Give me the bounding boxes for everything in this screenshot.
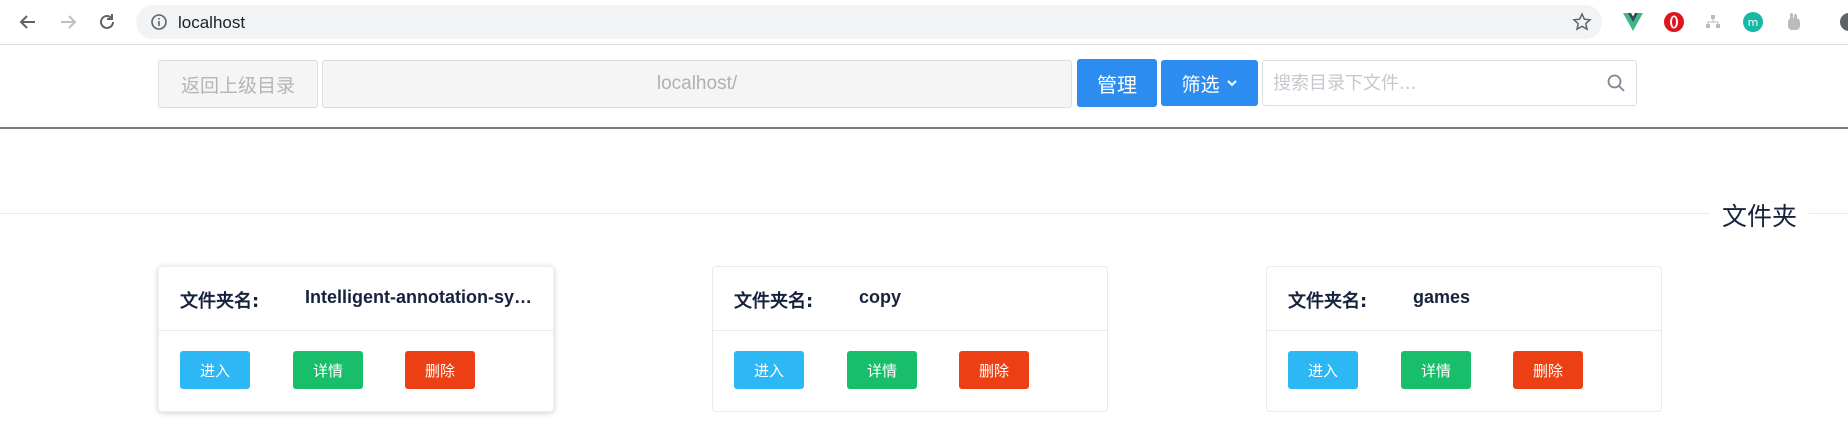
section-title-folders: 文件夹: [1710, 197, 1810, 233]
folder-name-label: 文件夹名:: [734, 291, 814, 312]
folder-name-label: 文件夹名:: [1288, 291, 1368, 312]
folder-name: Intelligent-annotation-sy…: [305, 287, 532, 307]
search-input[interactable]: [1263, 61, 1593, 105]
teal-extension-icon[interactable]: m: [1742, 11, 1764, 33]
folder-details-button[interactable]: 详情: [293, 351, 363, 389]
delete-folder-button[interactable]: 删除: [1513, 351, 1583, 389]
filter-dropdown-button[interactable]: 筛选: [1161, 60, 1258, 106]
folder-name-label: 文件夹名:: [180, 291, 260, 312]
folder-card: 文件夹名: games 进入 详情 删除: [1266, 266, 1662, 412]
folder-details-button[interactable]: 详情: [847, 351, 917, 389]
current-path-display: localhost/: [322, 60, 1072, 108]
filter-label: 筛选: [1181, 73, 1220, 96]
delete-folder-button[interactable]: 删除: [405, 351, 475, 389]
opera-extension-icon[interactable]: [1663, 11, 1685, 33]
svg-text:m: m: [1748, 16, 1759, 29]
gray-extension-icon[interactable]: [1702, 11, 1724, 33]
bookmark-star-icon[interactable]: [1572, 12, 1592, 36]
delete-folder-button[interactable]: 删除: [959, 351, 1029, 389]
folder-card-header: 文件夹名: games: [1267, 267, 1661, 331]
vue-devtools-icon[interactable]: [1622, 11, 1644, 33]
back-to-parent-button[interactable]: 返回上级目录: [158, 60, 318, 108]
reload-icon[interactable]: [91, 6, 123, 38]
forward-arrow-icon[interactable]: [52, 6, 84, 38]
enter-folder-button[interactable]: 进入: [180, 351, 250, 389]
search-box: [1262, 60, 1637, 106]
section-divider: [0, 213, 1848, 214]
manage-button[interactable]: 管理: [1077, 59, 1157, 107]
hand-extension-icon[interactable]: [1783, 11, 1805, 33]
folder-card: 文件夹名: Intelligent-annotation-sy… 进入 详情 删…: [158, 266, 554, 412]
enter-folder-button[interactable]: 进入: [734, 351, 804, 389]
folder-name: copy: [859, 287, 902, 307]
enter-folder-button[interactable]: 进入: [1288, 351, 1358, 389]
profile-avatar-icon[interactable]: [1834, 11, 1848, 33]
site-info-icon[interactable]: [150, 13, 168, 35]
folder-name: games: [1413, 287, 1471, 307]
file-browser-toolbar: 返回上级目录 localhost/ 管理 筛选: [0, 46, 1848, 129]
address-bar[interactable]: localhost: [136, 5, 1602, 39]
chevron-down-icon: [1226, 80, 1237, 87]
url-text[interactable]: localhost: [178, 13, 245, 33]
search-icon[interactable]: [1606, 73, 1626, 97]
folder-details-button[interactable]: 详情: [1401, 351, 1471, 389]
browser-toolbar: localhost m: [0, 0, 1848, 45]
folder-card-header: 文件夹名: Intelligent-annotation-sy…: [159, 267, 553, 331]
folder-card-header: 文件夹名: copy: [713, 267, 1107, 331]
back-arrow-icon[interactable]: [12, 6, 44, 38]
folder-card: 文件夹名: copy 进入 详情 删除: [712, 266, 1108, 412]
